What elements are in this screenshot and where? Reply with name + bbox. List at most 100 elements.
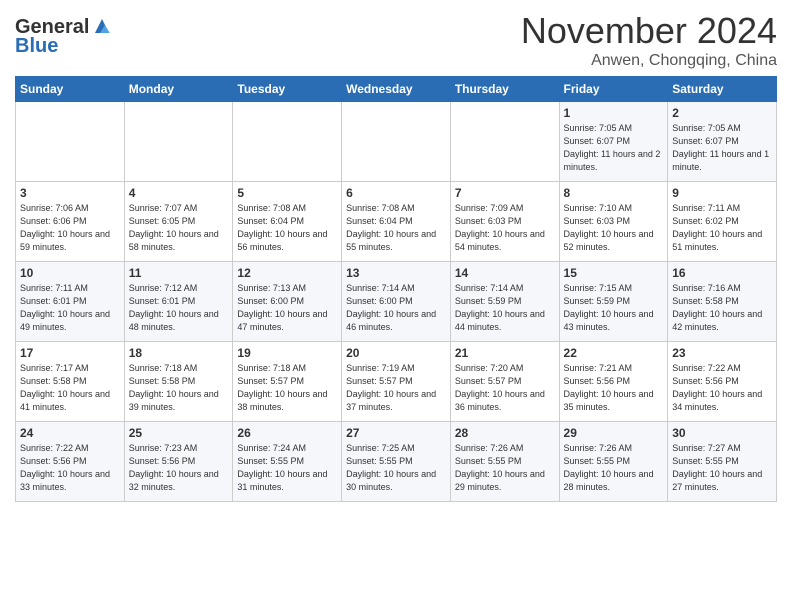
- day-info: Sunrise: 7:22 AM Sunset: 5:56 PM Dayligh…: [20, 442, 120, 494]
- day-number: 18: [129, 346, 229, 360]
- day-number: 7: [455, 186, 555, 200]
- day-number: 11: [129, 266, 229, 280]
- day-info: Sunrise: 7:13 AM Sunset: 6:00 PM Dayligh…: [237, 282, 337, 334]
- day-info: Sunrise: 7:12 AM Sunset: 6:01 PM Dayligh…: [129, 282, 229, 334]
- day-info: Sunrise: 7:23 AM Sunset: 5:56 PM Dayligh…: [129, 442, 229, 494]
- day-info: Sunrise: 7:08 AM Sunset: 6:04 PM Dayligh…: [346, 202, 446, 254]
- col-header-monday: Monday: [124, 77, 233, 102]
- calendar-cell: 5 Sunrise: 7:08 AM Sunset: 6:04 PM Daylig…: [233, 182, 342, 262]
- day-info: Sunrise: 7:10 AM Sunset: 6:03 PM Dayligh…: [564, 202, 664, 254]
- day-info: Sunrise: 7:24 AM Sunset: 5:55 PM Dayligh…: [237, 442, 337, 494]
- header: General Blue November 2024 Anwen, Chongq…: [15, 10, 777, 70]
- day-number: 1: [564, 106, 664, 120]
- location: Anwen, Chongqing, China: [521, 52, 777, 70]
- day-info: Sunrise: 7:25 AM Sunset: 5:55 PM Dayligh…: [346, 442, 446, 494]
- calendar-cell: 22 Sunrise: 7:21 AM Sunset: 5:56 PM Dayli…: [559, 342, 668, 422]
- calendar-cell: 23 Sunrise: 7:22 AM Sunset: 5:56 PM Dayli…: [668, 342, 777, 422]
- day-info: Sunrise: 7:26 AM Sunset: 5:55 PM Dayligh…: [455, 442, 555, 494]
- calendar-cell: [16, 102, 125, 182]
- day-info: Sunrise: 7:20 AM Sunset: 5:57 PM Dayligh…: [455, 362, 555, 414]
- calendar-cell: 19 Sunrise: 7:18 AM Sunset: 5:57 PM Dayli…: [233, 342, 342, 422]
- calendar-cell: 16 Sunrise: 7:16 AM Sunset: 5:58 PM Dayli…: [668, 262, 777, 342]
- day-number: 24: [20, 426, 120, 440]
- calendar-week-row: 17Sunrise: 7:17 AM Sunset: 5:58 PM Dayli…: [16, 342, 777, 422]
- day-number: 19: [237, 346, 337, 360]
- calendar-cell: 25 Sunrise: 7:23 AM Sunset: 5:56 PM Dayli…: [124, 422, 233, 502]
- day-number: 26: [237, 426, 337, 440]
- calendar-cell: 7Sunrise: 7:09 AM Sunset: 6:03 PM Daylig…: [450, 182, 559, 262]
- day-number: 13: [346, 266, 446, 280]
- calendar-week-row: 24 Sunrise: 7:22 AM Sunset: 5:56 PM Dayli…: [16, 422, 777, 502]
- day-info: Sunrise: 7:08 AM Sunset: 6:04 PM Dayligh…: [237, 202, 337, 254]
- logo-icon: [91, 15, 113, 37]
- col-header-thursday: Thursday: [450, 77, 559, 102]
- calendar-cell: [342, 102, 451, 182]
- day-number: 27: [346, 426, 446, 440]
- day-number: 3: [20, 186, 120, 200]
- col-header-sunday: Sunday: [16, 77, 125, 102]
- calendar-cell: 28 Sunrise: 7:26 AM Sunset: 5:55 PM Dayli…: [450, 422, 559, 502]
- calendar-week-row: 10 Sunrise: 7:11 AM Sunset: 6:01 PM Dayli…: [16, 262, 777, 342]
- calendar-container: General Blue November 2024 Anwen, Chongq…: [0, 0, 792, 512]
- calendar-cell: 27 Sunrise: 7:25 AM Sunset: 5:55 PM Dayli…: [342, 422, 451, 502]
- day-info: Sunrise: 7:21 AM Sunset: 5:56 PM Dayligh…: [564, 362, 664, 414]
- day-info: Sunrise: 7:06 AM Sunset: 6:06 PM Dayligh…: [20, 202, 120, 254]
- day-info: Sunrise: 7:16 AM Sunset: 5:58 PM Dayligh…: [672, 282, 772, 334]
- calendar-cell: [124, 102, 233, 182]
- day-number: 10: [20, 266, 120, 280]
- day-number: 12: [237, 266, 337, 280]
- col-header-wednesday: Wednesday: [342, 77, 451, 102]
- calendar-cell: 13 Sunrise: 7:14 AM Sunset: 6:00 PM Dayli…: [342, 262, 451, 342]
- day-info: Sunrise: 7:26 AM Sunset: 5:55 PM Dayligh…: [564, 442, 664, 494]
- day-info: Sunrise: 7:19 AM Sunset: 5:57 PM Dayligh…: [346, 362, 446, 414]
- day-info: Sunrise: 7:14 AM Sunset: 6:00 PM Dayligh…: [346, 282, 446, 334]
- day-number: 21: [455, 346, 555, 360]
- calendar-cell: 1 Sunrise: 7:05 AM Sunset: 6:07 PM Daylig…: [559, 102, 668, 182]
- calendar-cell: 29Sunrise: 7:26 AM Sunset: 5:55 PM Dayli…: [559, 422, 668, 502]
- calendar-week-row: 1 Sunrise: 7:05 AM Sunset: 6:07 PM Daylig…: [16, 102, 777, 182]
- day-number: 16: [672, 266, 772, 280]
- day-number: 23: [672, 346, 772, 360]
- day-info: Sunrise: 7:14 AM Sunset: 5:59 PM Dayligh…: [455, 282, 555, 334]
- day-info: Sunrise: 7:27 AM Sunset: 5:55 PM Dayligh…: [672, 442, 772, 494]
- calendar-cell: 3 Sunrise: 7:06 AM Sunset: 6:06 PM Daylig…: [16, 182, 125, 262]
- day-number: 15: [564, 266, 664, 280]
- day-number: 8: [564, 186, 664, 200]
- month-title: November 2024: [521, 10, 777, 52]
- day-info: Sunrise: 7:11 AM Sunset: 6:01 PM Dayligh…: [20, 282, 120, 334]
- col-header-friday: Friday: [559, 77, 668, 102]
- day-info: Sunrise: 7:17 AM Sunset: 5:58 PM Dayligh…: [20, 362, 120, 414]
- day-info: Sunrise: 7:11 AM Sunset: 6:02 PM Dayligh…: [672, 202, 772, 254]
- calendar-cell: 12 Sunrise: 7:13 AM Sunset: 6:00 PM Dayli…: [233, 262, 342, 342]
- calendar-cell: 6 Sunrise: 7:08 AM Sunset: 6:04 PM Daylig…: [342, 182, 451, 262]
- calendar-cell: 10 Sunrise: 7:11 AM Sunset: 6:01 PM Dayli…: [16, 262, 125, 342]
- day-info: Sunrise: 7:15 AM Sunset: 5:59 PM Dayligh…: [564, 282, 664, 334]
- calendar-cell: 20Sunrise: 7:19 AM Sunset: 5:57 PM Dayli…: [342, 342, 451, 422]
- title-block: November 2024 Anwen, Chongqing, China: [521, 10, 777, 70]
- day-number: 6: [346, 186, 446, 200]
- col-header-saturday: Saturday: [668, 77, 777, 102]
- day-info: Sunrise: 7:18 AM Sunset: 5:57 PM Dayligh…: [237, 362, 337, 414]
- day-number: 22: [564, 346, 664, 360]
- calendar-cell: 14Sunrise: 7:14 AM Sunset: 5:59 PM Dayli…: [450, 262, 559, 342]
- calendar-cell: 26 Sunrise: 7:24 AM Sunset: 5:55 PM Dayli…: [233, 422, 342, 502]
- day-info: Sunrise: 7:05 AM Sunset: 6:07 PM Dayligh…: [564, 122, 664, 174]
- day-number: 9: [672, 186, 772, 200]
- logo: General Blue: [15, 15, 113, 58]
- calendar-cell: [233, 102, 342, 182]
- day-number: 25: [129, 426, 229, 440]
- calendar-table: SundayMondayTuesdayWednesdayThursdayFrid…: [15, 76, 777, 502]
- calendar-cell: 11 Sunrise: 7:12 AM Sunset: 6:01 PM Dayli…: [124, 262, 233, 342]
- calendar-cell: 8 Sunrise: 7:10 AM Sunset: 6:03 PM Daylig…: [559, 182, 668, 262]
- calendar-cell: 4Sunrise: 7:07 AM Sunset: 6:05 PM Daylig…: [124, 182, 233, 262]
- day-info: Sunrise: 7:18 AM Sunset: 5:58 PM Dayligh…: [129, 362, 229, 414]
- calendar-cell: 24 Sunrise: 7:22 AM Sunset: 5:56 PM Dayli…: [16, 422, 125, 502]
- day-number: 5: [237, 186, 337, 200]
- calendar-cell: [450, 102, 559, 182]
- day-number: 4: [129, 186, 229, 200]
- calendar-cell: 21 Sunrise: 7:20 AM Sunset: 5:57 PM Dayli…: [450, 342, 559, 422]
- day-number: 28: [455, 426, 555, 440]
- calendar-cell: 30Sunrise: 7:27 AM Sunset: 5:55 PM Dayli…: [668, 422, 777, 502]
- day-number: 2: [672, 106, 772, 120]
- day-info: Sunrise: 7:22 AM Sunset: 5:56 PM Dayligh…: [672, 362, 772, 414]
